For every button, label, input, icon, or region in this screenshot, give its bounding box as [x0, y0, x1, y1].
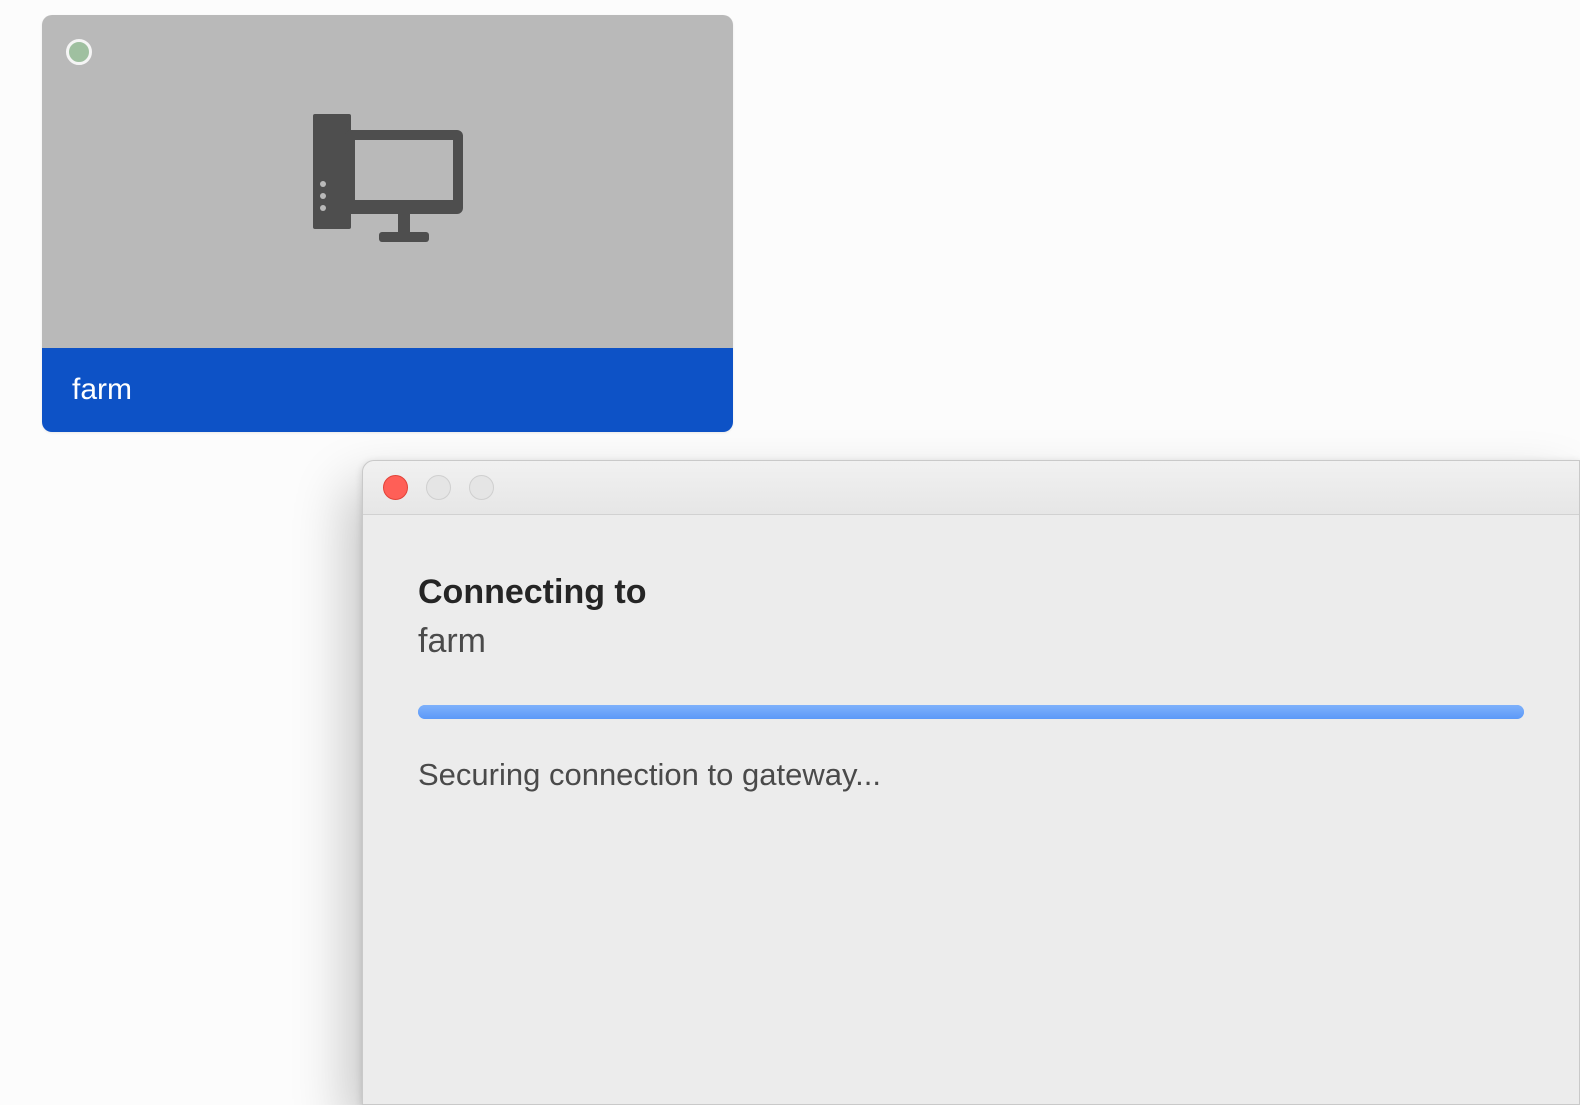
dialog-titlebar[interactable]: [363, 461, 1579, 515]
desktop-computer-icon: [313, 114, 463, 249]
tile-footer: farm: [42, 348, 733, 432]
connecting-dialog: Connecting to farm Securing connection t…: [362, 460, 1580, 1105]
status-indicator-icon: [66, 39, 92, 65]
progress-bar: [418, 705, 1524, 719]
tile-preview-area: [42, 15, 733, 348]
close-icon[interactable]: [383, 475, 408, 500]
tile-name-label: farm: [72, 373, 132, 407]
connecting-heading: Connecting to: [418, 573, 1524, 612]
connection-status-text: Securing connection to gateway...: [418, 757, 1524, 793]
minimize-icon: [426, 475, 451, 500]
progress-bar-fill: [418, 705, 1524, 719]
dialog-body: Connecting to farm Securing connection t…: [363, 515, 1579, 793]
connection-tile[interactable]: farm: [42, 15, 733, 432]
zoom-icon: [469, 475, 494, 500]
connecting-target: farm: [418, 622, 1524, 661]
